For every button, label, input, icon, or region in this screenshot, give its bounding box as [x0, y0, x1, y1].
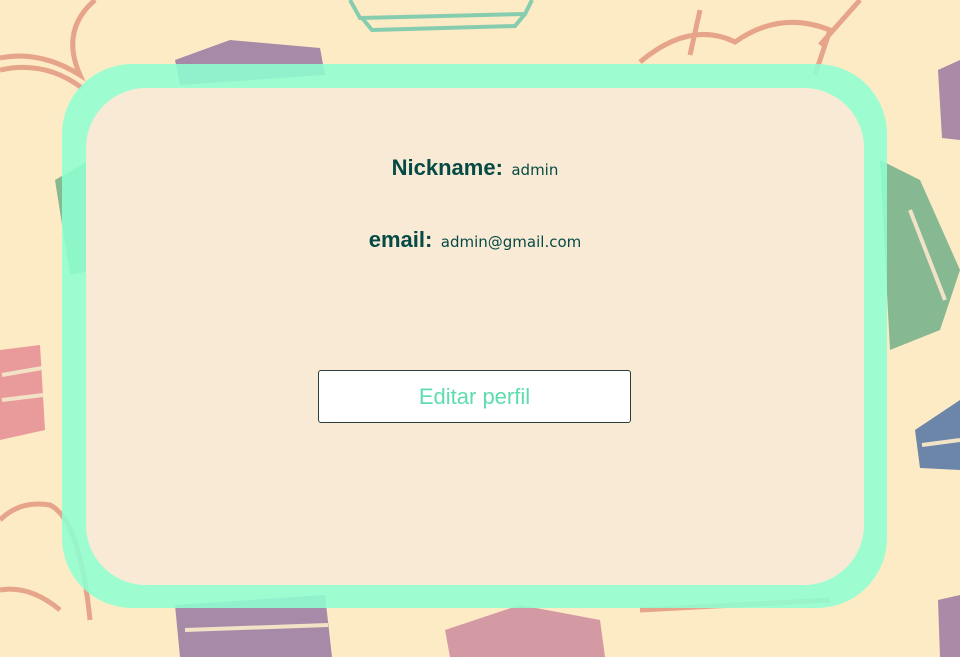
book-icon	[445, 605, 605, 657]
email-value: admin@gmail.com	[440, 233, 582, 251]
edit-profile-button[interactable]: Editar perfil	[318, 370, 631, 423]
book-icon	[938, 595, 960, 657]
nickname-label: Nickname:	[391, 155, 503, 180]
book-stack-icon	[915, 400, 960, 470]
nickname-row: Nickname: admin	[86, 155, 864, 181]
nickname-value: admin	[511, 161, 559, 179]
email-row: email: admin@gmail.com	[86, 227, 864, 253]
open-book-icon	[0, 0, 97, 90]
book-icon	[880, 160, 960, 350]
book-stack-icon	[0, 345, 45, 440]
book-stack-icon	[938, 60, 960, 140]
book-stack-icon	[348, 0, 534, 33]
email-label: email:	[368, 227, 433, 252]
